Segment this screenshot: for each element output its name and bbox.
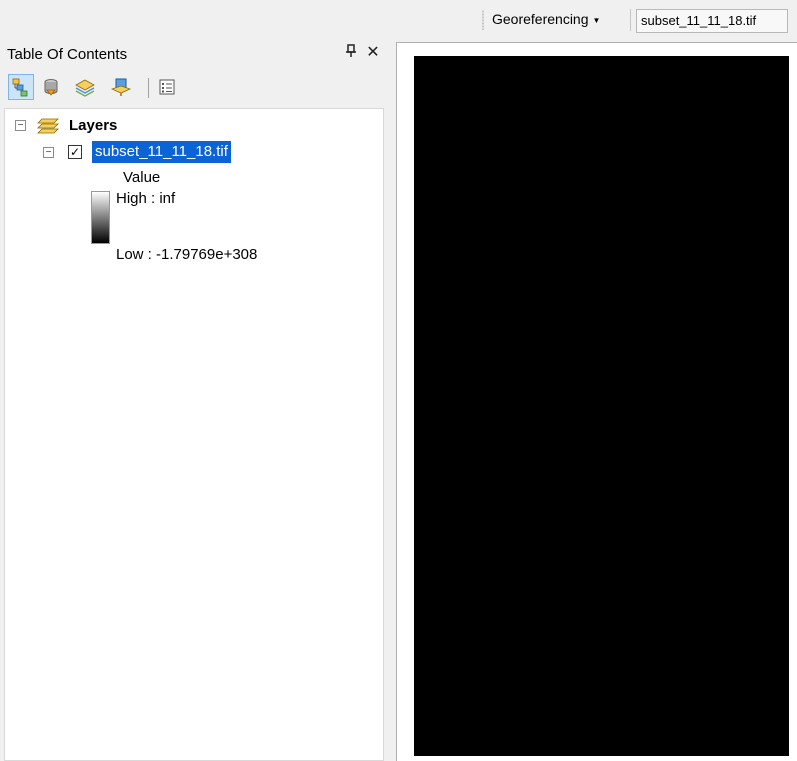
list-by-visibility-icon[interactable]	[72, 74, 98, 100]
list-by-selection-icon[interactable]	[108, 74, 134, 100]
georeferencing-layer-select[interactable]: subset_11_11_18.tif	[636, 9, 788, 33]
layers-icon	[37, 117, 59, 138]
toolbar-separator	[148, 78, 149, 98]
legend-high-label: High : inf	[116, 190, 176, 207]
toc-header: Table Of Contents ✕	[0, 38, 391, 70]
map-display	[391, 38, 797, 761]
toc-title: Table Of Contents	[7, 46, 128, 63]
legend-field-label: Value	[123, 169, 161, 186]
layers-group-label[interactable]: Layers	[69, 117, 117, 134]
raster-image	[414, 56, 789, 756]
georeferencing-menu-button[interactable]: Georeferencing ▼	[490, 8, 602, 30]
table-of-contents-panel: Table Of Contents ✕ − Layers − ✓ subset_…	[0, 38, 391, 761]
layer-visibility-checkbox[interactable]: ✓	[68, 145, 82, 159]
toolbar-grip[interactable]	[482, 10, 484, 30]
list-by-source-icon[interactable]	[38, 74, 64, 100]
options-icon[interactable]	[154, 74, 180, 100]
layers-collapse-toggle[interactable]: −	[15, 120, 26, 131]
georeferencing-label: Georeferencing	[492, 11, 589, 27]
pin-icon[interactable]	[344, 44, 358, 61]
close-icon[interactable]: ✕	[366, 42, 380, 62]
layer-collapse-toggle[interactable]: −	[43, 147, 54, 158]
dropdown-arrow-icon: ▼	[592, 15, 601, 25]
toc-tree: − Layers − ✓ subset_11_11_18.tif Value H…	[4, 108, 384, 761]
color-ramp-swatch[interactable]	[91, 191, 110, 244]
toolbar-separator	[630, 9, 631, 31]
layer-name-selected[interactable]: subset_11_11_18.tif	[92, 141, 231, 163]
legend-low-label: Low : -1.79769e+308	[116, 246, 258, 263]
list-by-drawing-order-icon[interactable]	[8, 74, 34, 100]
data-frame[interactable]	[396, 42, 797, 761]
toc-toolbar	[0, 70, 391, 106]
georeferencing-toolbar: Georeferencing ▼ subset_11_11_18.tif	[0, 0, 797, 38]
